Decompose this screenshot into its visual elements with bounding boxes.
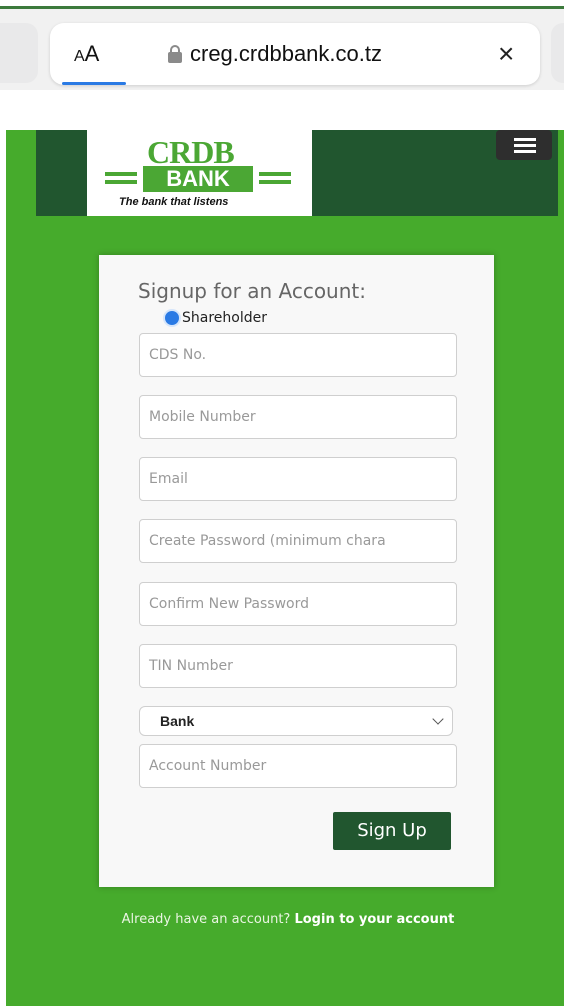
chevron-down-icon (432, 713, 444, 725)
site-header: CRDB BANK The bank that listens (36, 130, 558, 216)
login-prompt-text: Already have an account? (121, 912, 291, 927)
tab-progress-indicator (62, 82, 126, 85)
hamburger-menu-icon[interactable] (496, 130, 552, 160)
text-size-button[interactable]: AA (74, 41, 99, 67)
address-bar[interactable]: AA creg.crdbbank.co.tz × (50, 23, 540, 85)
logo-stripe (259, 180, 291, 184)
adjacent-tab-left[interactable] (0, 23, 38, 83)
crdb-logo[interactable]: CRDB BANK The bank that listens (87, 130, 312, 216)
sign-up-button[interactable]: Sign Up (333, 812, 451, 850)
page-content: CRDB BANK The bank that listens Signup f… (6, 130, 564, 1006)
logo-tagline: The bank that listens (119, 196, 229, 208)
logo-stripe (259, 172, 291, 176)
lock-icon (168, 45, 182, 63)
url-text: creg.crdbbank.co.tz (190, 41, 382, 66)
account-number-input[interactable]: Account Number (139, 744, 457, 788)
login-link[interactable]: Login to your account (294, 912, 454, 927)
logo-stripe (105, 172, 137, 176)
create-password-input[interactable]: Create Password (minimum chara (139, 519, 457, 563)
bank-select-value: Bank (160, 713, 195, 729)
mobile-number-input[interactable]: Mobile Number (139, 395, 457, 439)
logo-bank-text: BANK (143, 166, 253, 192)
bank-select[interactable]: Bank (139, 706, 453, 736)
logo-stripe (105, 180, 137, 184)
login-prompt: Already have an account? Login to your a… (6, 912, 564, 927)
shareholder-label: Shareholder (182, 310, 267, 326)
tab-strip: AA creg.crdbbank.co.tz × (0, 6, 564, 90)
form-title: Signup for an Account: (138, 279, 366, 303)
signup-form: Signup for an Account: Shareholder CDS N… (99, 255, 494, 887)
url-display[interactable]: creg.crdbbank.co.tz (168, 39, 382, 69)
browser-toolbar: AA creg.crdbbank.co.tz × (0, 0, 564, 98)
shareholder-option[interactable]: Shareholder (163, 309, 267, 327)
cds-number-input[interactable]: CDS No. (139, 333, 457, 377)
tin-number-input[interactable]: TIN Number (139, 644, 457, 688)
confirm-password-input[interactable]: Confirm New Password (139, 582, 457, 626)
close-icon[interactable]: × (498, 39, 514, 69)
shareholder-radio[interactable] (163, 309, 181, 327)
email-input[interactable]: Email (139, 457, 457, 501)
adjacent-tab-right[interactable] (551, 23, 564, 83)
